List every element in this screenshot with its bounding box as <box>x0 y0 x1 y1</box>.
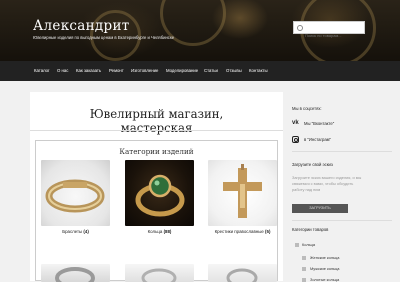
upload-button[interactable]: ЗАГРУЗИТЬ <box>292 204 348 213</box>
nav-item-about[interactable]: О нас <box>57 68 68 73</box>
social-title: Мы в соцсетях: <box>292 106 322 111</box>
category-bullet-icon <box>295 243 299 247</box>
nav-item-reviews[interactable]: Отзывы <box>226 68 242 73</box>
product-count: (4) <box>83 229 89 234</box>
upload-description: Загрузите эскиз вашего изделия, и мы свя… <box>292 175 362 192</box>
product-name: Кольца <box>147 229 163 234</box>
divider <box>292 220 392 221</box>
product-image[interactable] <box>125 264 194 282</box>
main-nav: Каталог О нас Как заказать Ремонт Изгото… <box>0 61 400 81</box>
category-bullet-icon <box>302 267 306 271</box>
product-caption-bracelets[interactable]: Браслеты (4) <box>41 229 110 234</box>
search-box[interactable] <box>293 21 365 41</box>
categories-title: Категории изделий <box>119 147 194 156</box>
product-name: Браслеты <box>62 229 83 234</box>
category-link-gold-rings[interactable]: Золотые кольца <box>310 277 339 282</box>
product-count: (88) <box>163 229 172 234</box>
nav-item-repair[interactable]: Ремонт <box>109 68 124 73</box>
upload-title: Загрузите свой эскиз <box>292 162 333 167</box>
product-image-rings[interactable] <box>125 160 194 226</box>
divider <box>30 130 283 131</box>
category-link-rings[interactable]: Кольца <box>302 242 315 247</box>
category-bullet-icon <box>302 256 306 260</box>
nav-item-catalog[interactable]: Каталог <box>34 68 50 73</box>
category-link-womens-rings[interactable]: Женские кольца <box>310 255 339 260</box>
product-image-crosses[interactable] <box>208 160 277 226</box>
category-link-mens-rings[interactable]: Мужские кольца <box>310 266 339 271</box>
product-count: (5) <box>265 229 271 234</box>
product-name: Крестики православные <box>214 229 264 234</box>
product-image-bracelets[interactable] <box>41 160 110 226</box>
nav-item-modeling[interactable]: Моделирование <box>166 68 198 73</box>
divider <box>292 151 392 152</box>
product-caption-crosses[interactable]: Крестики православные (5) <box>208 229 277 234</box>
nav-item-contacts[interactable]: Контакты <box>249 68 268 73</box>
header-banner: Александрит Ювелирные изделия по выгодны… <box>0 0 400 61</box>
social-link-label: в "Инстаграм" <box>304 137 332 142</box>
nav-item-manufacturing[interactable]: Изготовление <box>131 68 158 73</box>
nav-item-how-to-order[interactable]: Как заказать <box>76 68 101 73</box>
product-image[interactable] <box>208 264 277 282</box>
product-categories-widget: Категории изделий Браслеты (4) Кольца (8… <box>35 140 278 282</box>
social-link-instagram[interactable]: в "Инстаграм" <box>292 136 392 145</box>
search-input[interactable] <box>294 30 354 41</box>
social-link-vk[interactable]: vk Мы "Вконтакте" <box>292 120 392 128</box>
vk-icon: vk <box>292 120 299 126</box>
social-link-label: Мы "Вконтакте" <box>304 121 335 126</box>
category-bullet-icon <box>302 278 306 282</box>
main-content: Ювелирный магазин, мастерская Категории … <box>30 92 283 282</box>
site-description: Ювелирные изделия по выгодным ценам в Ек… <box>33 35 175 40</box>
nav-item-articles[interactable]: Статьи <box>204 68 218 73</box>
product-caption-rings[interactable]: Кольца (88) <box>125 229 194 234</box>
product-image[interactable] <box>41 264 110 282</box>
search-icon <box>297 25 303 31</box>
site-title[interactable]: Александрит <box>33 18 130 34</box>
product-categories-title: Категории товаров <box>292 227 329 232</box>
instagram-icon <box>292 136 299 143</box>
